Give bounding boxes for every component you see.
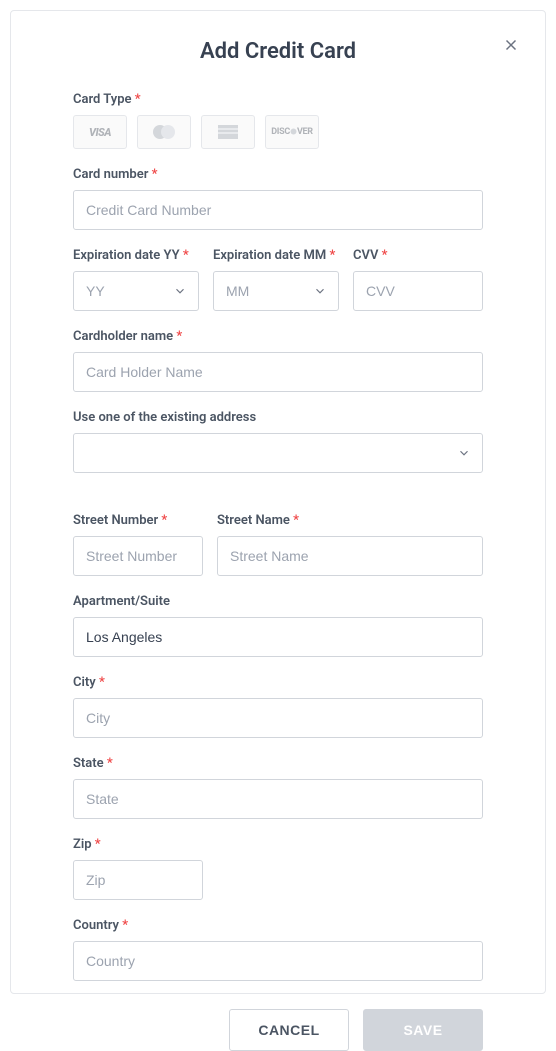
exp-mm-select[interactable]	[213, 271, 339, 311]
city-input[interactable]	[73, 698, 483, 738]
exp-mm-label: Expiration date MM *	[213, 248, 339, 263]
existing-address-label: Use one of the existing address	[73, 410, 483, 425]
save-button[interactable]: SAVE	[363, 1009, 483, 1051]
street-number-input[interactable]	[73, 536, 203, 576]
mastercard-icon	[149, 123, 179, 141]
state-label: State *	[73, 756, 483, 771]
cardholder-label: Cardholder name *	[73, 329, 483, 344]
country-input[interactable]	[73, 941, 483, 981]
card-type-options: VISA DISCVER	[73, 115, 483, 149]
street-name-input[interactable]	[217, 536, 483, 576]
modal-title: Add Credit Card	[73, 39, 483, 64]
cardholder-input[interactable]	[73, 352, 483, 392]
card-number-input[interactable]	[73, 190, 483, 230]
exp-yy-select[interactable]	[73, 271, 199, 311]
card-type-visa[interactable]: VISA	[73, 115, 127, 149]
close-button[interactable]	[497, 31, 525, 59]
cvv-label: CVV *	[353, 248, 483, 263]
amex-icon	[216, 123, 240, 141]
modal-footer: CANCEL SAVE	[73, 1009, 483, 1051]
card-type-label: Card Type *	[73, 92, 483, 107]
card-type-amex[interactable]	[201, 115, 255, 149]
cvv-input[interactable]	[353, 271, 483, 311]
apartment-input[interactable]	[73, 617, 483, 657]
add-credit-card-modal: Add Credit Card Card Type * VISA DISCVER…	[10, 10, 546, 994]
street-number-label: Street Number *	[73, 513, 203, 528]
city-label: City *	[73, 675, 483, 690]
zip-input[interactable]	[73, 860, 203, 900]
card-number-label: Card number *	[73, 167, 483, 182]
apartment-label: Apartment/Suite	[73, 594, 483, 609]
country-label: Country *	[73, 918, 483, 933]
visa-icon: VISA	[89, 126, 111, 139]
exp-yy-label: Expiration date YY *	[73, 248, 199, 263]
state-input[interactable]	[73, 779, 483, 819]
street-name-label: Street Name *	[217, 513, 483, 528]
card-type-mastercard[interactable]	[137, 115, 191, 149]
existing-address-select[interactable]	[73, 433, 483, 473]
cancel-button[interactable]: CANCEL	[229, 1009, 349, 1051]
zip-label: Zip *	[73, 837, 483, 852]
close-icon	[502, 36, 520, 54]
card-type-discover[interactable]: DISCVER	[265, 115, 319, 149]
discover-icon: DISCVER	[271, 127, 313, 137]
